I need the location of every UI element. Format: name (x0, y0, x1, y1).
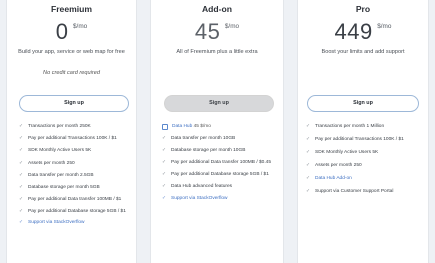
data-hub-checkbox[interactable]: Data Hub 45 $/mo (162, 124, 279, 131)
check-icon: ✓ (306, 136, 311, 142)
list-item: ✓ Pay per additional Data transfer 100MB … (162, 159, 271, 165)
plan-title: Add-on (201, 4, 233, 14)
list-item: ✓ Transactions per month 250K (19, 124, 91, 129)
signup-button[interactable]: Sign up (19, 95, 129, 112)
price-unit: $/mo (377, 23, 392, 30)
list-item: ✓ Pay per additional Database storage 5GB… (19, 208, 126, 214)
check-icon: ✓ (19, 197, 24, 203)
list-item: ✓ Data Hub advanced features (162, 183, 233, 189)
list-item: ✓ Data transfer per month 10GB (162, 135, 236, 141)
price-value: 449 (334, 19, 373, 44)
price-value: 45 (194, 19, 221, 44)
feature-list: ✓ Transactions per month 250K ✓ Pay per ad… (19, 124, 132, 233)
check-icon: ✓ (19, 136, 24, 142)
data-hub-addon-link[interactable]: ✓ Data Hub Add-on (306, 176, 424, 183)
price-unit: $/mo (72, 23, 88, 30)
list-item: ✓ Database storage per month 10GB (162, 147, 246, 153)
check-icon: ✓ (19, 172, 24, 178)
feature-list: ✓ Transactions per month 1 Million ✓ Pay p… (306, 124, 424, 202)
check-icon: ✓ (162, 195, 167, 201)
plan-card-pro: Pro 449 $/mo Boost your limits and add s… (297, 0, 429, 263)
list-item: ✓ Pay per additional Data transfer 100MB … (19, 197, 122, 203)
check-icon: ✓ (19, 184, 24, 190)
list-item: ✓ Assets per month 250 (19, 160, 75, 166)
check-icon: ✓ (19, 220, 24, 226)
price-unit: $/mo (224, 23, 240, 30)
check-icon: ✓ (306, 124, 311, 129)
support-link[interactable]: ✓ Support via StackOverflow (19, 220, 132, 227)
list-item: ✓ Pay per additional Transactions 100K / … (19, 136, 117, 142)
plan-description: All of Freemium plus a little extra (176, 49, 258, 55)
check-icon: ✓ (306, 175, 311, 181)
check-icon: ✓ (162, 183, 167, 189)
list-item: ✓ Assets per month 250 (306, 162, 362, 168)
price: 0 $/mo (7, 21, 136, 43)
signup-button[interactable]: Sign up (307, 95, 419, 112)
plan-description: Boost your limits and add support (321, 49, 405, 55)
check-icon: ✓ (162, 135, 167, 141)
check-icon: ✓ (19, 160, 24, 166)
checkbox-label: Data Hub (172, 124, 193, 129)
checkbox-icon[interactable] (162, 124, 168, 131)
plan-description: Build your app, service or web map for f… (18, 49, 125, 55)
check-icon: ✓ (306, 188, 311, 194)
check-icon: ✓ (306, 149, 311, 155)
list-item: ✓ SDK Monthly Active Users 5K (19, 148, 92, 154)
check-icon: ✓ (19, 124, 24, 129)
check-icon: ✓ (306, 162, 311, 168)
list-item: ✓ Pay per additional Transactions 100K / … (306, 136, 404, 142)
list-item: ✓ Database storage per month 5GB (19, 184, 100, 190)
check-icon: ✓ (162, 159, 167, 165)
list-item: ✓ SDK Monthly Active Users 5K (306, 149, 379, 155)
list-item: ✓ Data transfer per month 2.5GB (19, 172, 94, 178)
support-link[interactable]: ✓ Support via StackOverflow (162, 196, 279, 203)
checkbox-price: 45 $/mo (193, 124, 211, 129)
check-icon: ✓ (162, 147, 167, 153)
plan-card-freemium: Freemium 0 $/mo Build your app, service … (6, 0, 137, 263)
list-item: ✓ Support via Customer Support Portal (306, 188, 394, 194)
check-icon: ✓ (162, 171, 167, 177)
check-icon: ✓ (19, 208, 24, 214)
plan-card-addon: Add-on 45 $/mo All of Freemium plus a li… (150, 0, 284, 263)
list-item: ✓ Transactions per month 1 Million (306, 124, 385, 129)
check-icon: ✓ (19, 148, 24, 154)
plan-title: Pro (355, 4, 371, 14)
price: 449 $/mo (298, 21, 428, 43)
price-value: 0 (55, 19, 69, 44)
list-item: ✓ Pay per additional Database storage 5GB… (162, 171, 269, 177)
plan-title: Freemium (50, 4, 93, 14)
plan-note: No credit card required (43, 70, 100, 76)
feature-list: Data Hub 45 $/mo ✓ Data transfer per mont… (162, 124, 279, 208)
price: 45 $/mo (151, 21, 283, 43)
signup-button[interactable]: Sign up (164, 95, 274, 112)
